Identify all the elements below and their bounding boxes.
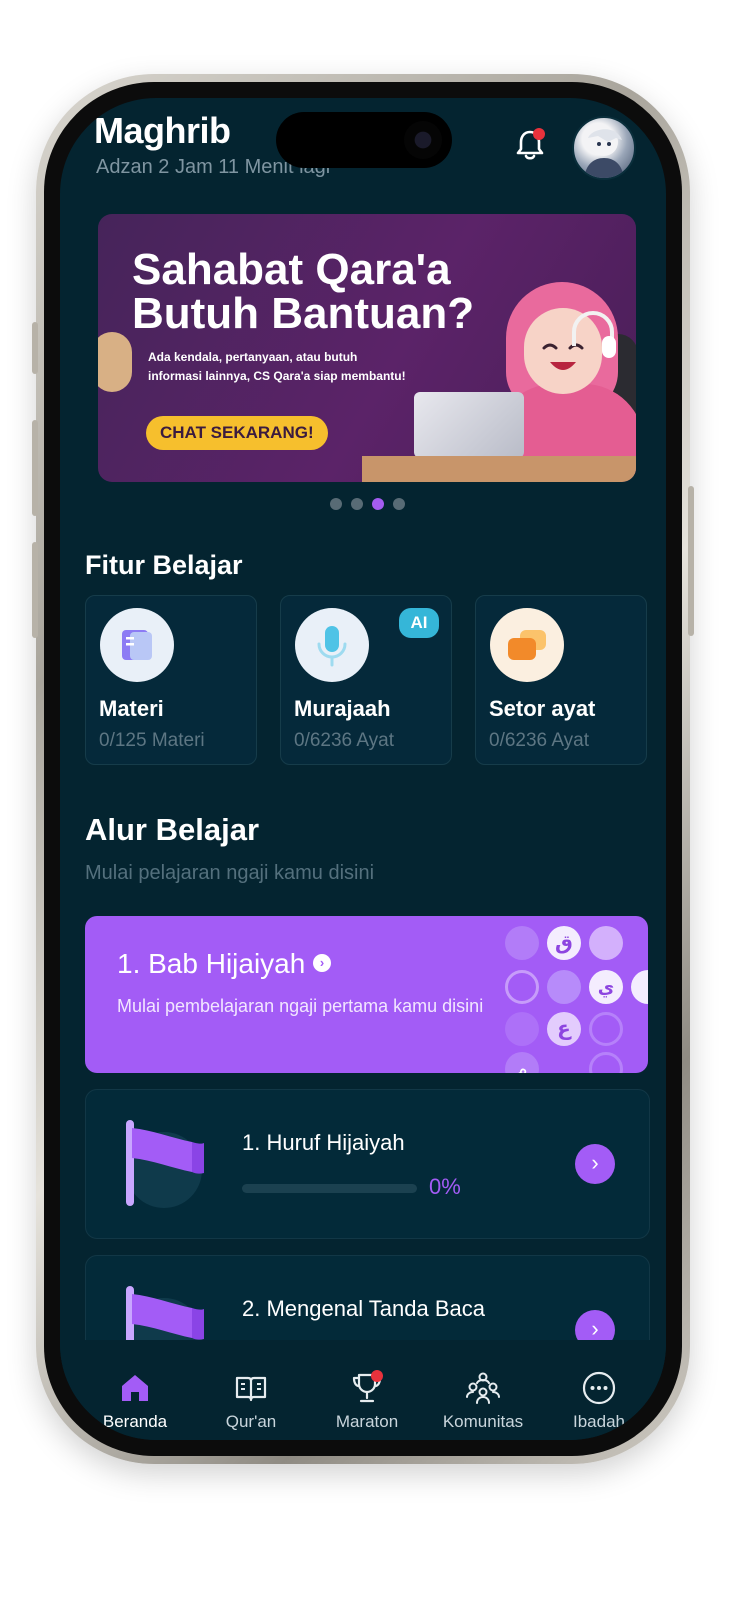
banner-description: Ada kendala, pertanyaan, atau butuh info… bbox=[148, 350, 406, 383]
feature-progress: 0/6236 Ayat bbox=[489, 730, 590, 751]
avatar[interactable] bbox=[572, 116, 636, 180]
dynamic-island bbox=[276, 112, 452, 168]
feature-name: Materi bbox=[99, 696, 164, 721]
feature-card-setor-ayat[interactable]: Setor ayat 0/6236 Ayat bbox=[475, 595, 647, 765]
nav-label: Komunitas bbox=[442, 1412, 524, 1431]
lamp-illustration bbox=[98, 332, 132, 392]
notification-button[interactable] bbox=[510, 126, 550, 166]
arabic-letter: ع bbox=[547, 1012, 581, 1046]
arabic-letter: م bbox=[505, 1052, 539, 1073]
more-icon bbox=[582, 1371, 616, 1405]
chevron-right-icon: › bbox=[313, 954, 331, 972]
carousel-dot[interactable] bbox=[351, 498, 363, 510]
headset-icon bbox=[572, 311, 616, 358]
camera-icon bbox=[404, 121, 442, 159]
lesson-title: 1. Huruf Hijaiyah bbox=[242, 1130, 405, 1155]
volume-down-button bbox=[32, 542, 38, 638]
section-title-alur: Alur Belajar bbox=[85, 812, 260, 847]
bab-subtitle: Mulai pembelajaran ngaji pertama kamu di… bbox=[117, 996, 484, 1016]
bottom-navigation: Beranda Qur'an Maraton Komunitas Ibadah bbox=[60, 1340, 666, 1440]
nav-maraton[interactable]: Maraton bbox=[312, 1340, 422, 1432]
microphone-icon bbox=[295, 608, 369, 682]
app-screen: Maghrib Adzan 2 Jam 11 Menit lagi Sahaba… bbox=[60, 98, 666, 1440]
bell-icon bbox=[516, 128, 545, 160]
bab-title: 1. Bab Hijaiyah bbox=[117, 948, 306, 979]
feature-card-murajaah[interactable]: AI Murajaah 0/6236 Ayat bbox=[280, 595, 452, 765]
nav-label: Maraton bbox=[335, 1412, 399, 1431]
community-icon bbox=[466, 1372, 500, 1404]
help-banner[interactable]: Sahabat Qara'a Butuh Bantuan? Ada kendal… bbox=[98, 214, 636, 482]
nav-ibadah[interactable]: Ibadah bbox=[544, 1340, 654, 1432]
nav-beranda[interactable]: Beranda bbox=[80, 1340, 190, 1432]
home-icon bbox=[122, 1375, 148, 1401]
feature-name: Murajaah bbox=[294, 696, 391, 721]
nav-label: Beranda bbox=[102, 1412, 168, 1431]
chat-now-button[interactable]: CHAT SEKARANG! bbox=[146, 416, 328, 450]
bab-hijaiyah-card[interactable]: ق ي ع م 1. Bab Hijaiyah › Mulai pembelaj… bbox=[85, 916, 648, 1073]
section-subtitle-alur: Mulai pelajaran ngaji kamu disini bbox=[85, 862, 375, 884]
notification-dot bbox=[533, 128, 545, 140]
nav-label: Ibadah bbox=[573, 1412, 625, 1431]
carousel-dots bbox=[330, 498, 405, 510]
carousel-dot-active[interactable] bbox=[372, 498, 384, 510]
feature-progress: 0/6236 Ayat bbox=[294, 730, 395, 751]
desk-illustration bbox=[362, 456, 636, 482]
laptop-illustration bbox=[414, 392, 524, 458]
progress-label: 0% bbox=[429, 1174, 461, 1199]
notification-dot bbox=[371, 1370, 383, 1382]
open-lesson-button[interactable]: › bbox=[575, 1144, 615, 1184]
section-title-fitur: Fitur Belajar bbox=[85, 550, 243, 580]
power-button bbox=[688, 486, 694, 636]
lesson-title: 2. Mengenal Tanda Baca bbox=[242, 1296, 485, 1321]
avatar-image bbox=[584, 128, 624, 178]
book-icon bbox=[100, 608, 174, 682]
arabic-letter: ق bbox=[547, 926, 581, 960]
trophy-icon bbox=[352, 1370, 383, 1403]
flag-icon bbox=[118, 1120, 212, 1210]
carousel-dot[interactable] bbox=[393, 498, 405, 510]
prayer-name: Maghrib bbox=[94, 110, 231, 151]
chat-bubbles-icon bbox=[490, 608, 564, 682]
feature-progress: 0/125 Materi bbox=[99, 730, 205, 751]
banner-title: Sahabat Qara'a Butuh Bantuan? bbox=[132, 245, 475, 338]
volume-up-button bbox=[32, 420, 38, 516]
quran-book-icon bbox=[235, 1376, 267, 1402]
feature-name: Setor ayat bbox=[489, 696, 596, 721]
feature-card-materi[interactable]: Materi 0/125 Materi bbox=[85, 595, 257, 765]
action-button bbox=[32, 322, 38, 374]
ai-badge: AI bbox=[399, 608, 439, 638]
lesson-card[interactable]: 1. Huruf Hijaiyah 0% › bbox=[85, 1089, 650, 1239]
arabic-letter: ي bbox=[589, 970, 623, 1004]
progress-bar bbox=[242, 1184, 417, 1193]
nav-label: Qur'an bbox=[225, 1412, 277, 1431]
nav-quran[interactable]: Qur'an bbox=[196, 1340, 306, 1432]
carousel-dot[interactable] bbox=[330, 498, 342, 510]
nav-komunitas[interactable]: Komunitas bbox=[428, 1340, 538, 1432]
